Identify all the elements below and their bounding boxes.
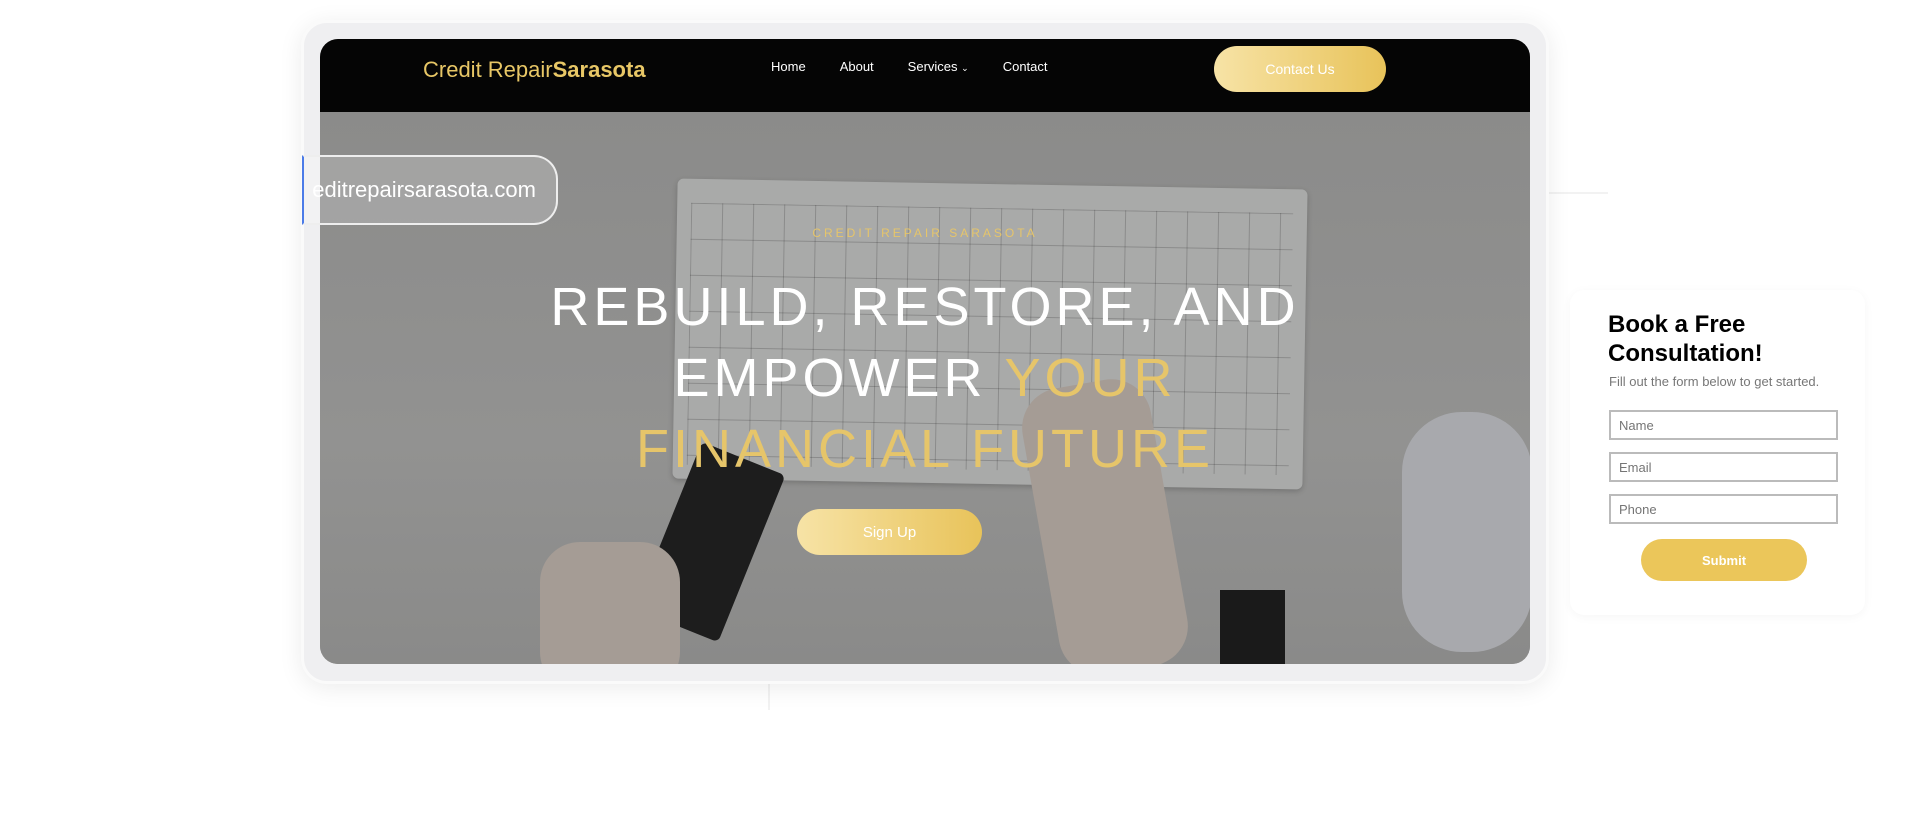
- decor-line: [1548, 192, 1608, 194]
- logo-bold: Sarasota: [552, 57, 646, 82]
- nav-contact[interactable]: Contact: [1003, 59, 1048, 74]
- decor-line: [768, 684, 770, 710]
- submit-button[interactable]: Submit: [1641, 539, 1807, 581]
- headline-line-2: EMPOWER YOUR: [320, 343, 1530, 414]
- consultation-form: Book a Free Consultation! Fill out the f…: [1570, 290, 1865, 615]
- headline-gold: YOUR: [1004, 348, 1177, 408]
- url-text: editrepairsarasota.com: [312, 177, 536, 202]
- phone-input[interactable]: [1609, 494, 1838, 524]
- nav-services-label: Services: [907, 59, 958, 74]
- form-title: Book a Free Consultation!: [1608, 311, 1763, 367]
- name-input[interactable]: [1609, 410, 1838, 440]
- logo[interactable]: Credit RepairSarasota: [423, 57, 646, 83]
- navbar: Credit RepairSarasota Home About Service…: [320, 39, 1530, 112]
- headline-white: EMPOWER: [673, 348, 1005, 408]
- headline-line-1: REBUILD, RESTORE, AND: [550, 277, 1300, 337]
- email-input[interactable]: [1609, 452, 1838, 482]
- hand-image: [540, 542, 680, 664]
- sign-up-button[interactable]: Sign Up: [797, 509, 982, 555]
- nav-home[interactable]: Home: [771, 59, 806, 74]
- form-subtitle: Fill out the form below to get started.: [1609, 374, 1820, 389]
- nav-services[interactable]: Services ⌄: [908, 59, 969, 74]
- website-preview: Credit RepairSarasota Home About Service…: [320, 39, 1530, 664]
- chevron-down-icon: ⌄: [961, 63, 969, 73]
- contact-us-button[interactable]: Contact Us: [1214, 46, 1386, 92]
- credit-card-image: [1220, 590, 1285, 664]
- hero-headline: REBUILD, RESTORE, AND EMPOWER YOUR FINAN…: [320, 272, 1530, 485]
- nav-about[interactable]: About: [840, 59, 874, 74]
- headline-line-3: FINANCIAL FUTURE: [635, 419, 1215, 479]
- url-pill: editrepairsarasota.com: [302, 155, 558, 225]
- logo-light: Credit Repair: [423, 57, 553, 82]
- hero-kicker: CREDIT REPAIR SARASOTA: [812, 226, 1038, 240]
